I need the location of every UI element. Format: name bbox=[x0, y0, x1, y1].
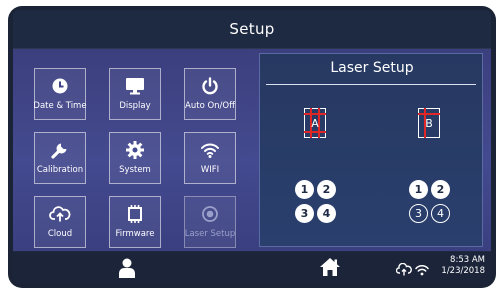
sheet-a-button[interactable]: A bbox=[303, 107, 326, 138]
panel-title: Laser Setup bbox=[330, 60, 414, 76]
divider bbox=[266, 84, 476, 85]
tile-label: Laser Setup bbox=[184, 229, 236, 239]
chip-icon bbox=[125, 204, 145, 224]
tile-display[interactable]: Display bbox=[109, 68, 161, 120]
user-icon[interactable] bbox=[119, 258, 135, 282]
tile-label: Display bbox=[119, 101, 151, 111]
monitor-icon bbox=[125, 76, 145, 96]
footer-bar: 8:53 AM 1/23/2018 bbox=[13, 252, 491, 284]
cloud-icon bbox=[49, 204, 71, 224]
wifi-icon bbox=[200, 140, 220, 160]
laser-b-3-button[interactable]: 3 bbox=[409, 204, 428, 223]
tile-calibration[interactable]: Calibration bbox=[34, 132, 86, 184]
tile-laser-setup[interactable]: Laser Setup bbox=[184, 196, 236, 248]
status-date: 1/23/2018 bbox=[441, 266, 485, 276]
tile-label: Date & Time bbox=[33, 101, 87, 111]
tile-label: System bbox=[119, 165, 151, 175]
tile-firmware[interactable]: Firmware bbox=[109, 196, 161, 248]
tile-auto-on-off[interactable]: Auto On/Off bbox=[184, 68, 236, 120]
tile-label: Cloud bbox=[47, 229, 73, 239]
status-clock: 8:53 AM 1/23/2018 bbox=[441, 255, 485, 277]
sheet-b-label: B bbox=[425, 116, 433, 130]
sheet-a-label: A bbox=[311, 116, 319, 130]
tile-label: WIFI bbox=[200, 165, 220, 175]
target-icon bbox=[201, 204, 219, 224]
laser-a-2-button[interactable]: 2 bbox=[317, 180, 336, 199]
laser-a-3-button[interactable]: 3 bbox=[295, 204, 314, 223]
page-title: Setup bbox=[229, 20, 275, 38]
status-time: 8:53 AM bbox=[450, 255, 485, 265]
device-frame: Setup Date & Time Display Auto On/Off Ca… bbox=[8, 6, 496, 288]
screen: Setup Date & Time Display Auto On/Off Ca… bbox=[13, 10, 491, 284]
laser-a-4-button[interactable]: 4 bbox=[317, 204, 336, 223]
tile-label: Auto On/Off bbox=[185, 101, 235, 111]
cloud-sync-icon bbox=[395, 261, 412, 280]
clock-icon bbox=[51, 76, 69, 96]
laser-b-2-button[interactable]: 2 bbox=[431, 180, 450, 199]
tile-label: Calibration bbox=[36, 165, 84, 175]
setup-main-area: Date & Time Display Auto On/Off Calibrat… bbox=[13, 49, 491, 251]
tile-system[interactable]: System bbox=[109, 132, 161, 184]
home-icon[interactable] bbox=[319, 257, 341, 281]
tile-cloud[interactable]: Cloud bbox=[34, 196, 86, 248]
header-bar: Setup bbox=[13, 10, 491, 49]
tile-date-time[interactable]: Date & Time bbox=[33, 68, 87, 120]
tile-label: Firmware bbox=[115, 229, 155, 239]
wrench-icon bbox=[50, 140, 70, 160]
sheet-b-button[interactable]: B bbox=[417, 107, 440, 138]
laser-b-4-button[interactable]: 4 bbox=[431, 204, 450, 223]
laser-setup-panel: Laser Setup A B 1 2 3 4 1 2 3 4 bbox=[259, 53, 483, 247]
power-icon bbox=[201, 76, 219, 96]
wifi-status-icon bbox=[415, 261, 429, 280]
gear-icon bbox=[125, 140, 145, 160]
laser-b-1-button[interactable]: 1 bbox=[409, 180, 428, 199]
tile-wifi[interactable]: WIFI bbox=[184, 132, 236, 184]
laser-a-1-button[interactable]: 1 bbox=[295, 180, 314, 199]
